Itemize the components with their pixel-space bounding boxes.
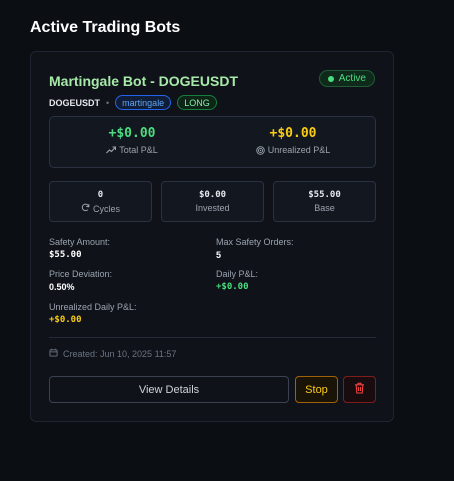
cycles-label: Cycles [92,203,120,214]
side-tag: LONG [177,95,217,110]
price-deviation-value: 0.50% [49,282,75,292]
max-safety-orders-label: Max Safety Orders: [216,237,294,247]
created-text: Created: Jun 10, 2025 11:57 [63,348,177,359]
status-dot-icon [327,75,334,82]
base-value: $55.00 [308,190,341,200]
unrealized-daily-pnl-label: Unrealized Daily P&L: [49,302,137,312]
calendar-icon [49,348,58,359]
delete-button[interactable] [343,376,376,403]
cycles-stat: 0 Cycles [49,181,152,222]
total-pnl-label: Total P&L [119,145,158,155]
safety-amount-value: $55.00 [49,250,82,260]
unrealized-daily-pnl: Unrealized Daily P&L: +$0.00 [49,302,137,325]
total-pnl: +$0.00 Total P&L [52,126,212,155]
base-label: Base [314,203,335,213]
bot-symbol: DOGEUSDT [49,97,101,108]
unrealized-daily-pnl-value: +$0.00 [49,315,82,325]
stop-button[interactable]: Stop [295,376,338,403]
base-stat: $55.00 Base [273,181,376,222]
invested-value: $0.00 [198,190,227,200]
price-deviation-label: Price Deviation: [49,269,113,279]
strategy-tag: martingale [115,95,172,110]
trash-icon [354,382,365,397]
target-icon [255,145,265,155]
status-text: Active [338,73,366,84]
view-details-button[interactable]: View Details [49,376,289,403]
daily-pnl-label: Daily P&L: [216,269,259,279]
total-pnl-value: +$0.00 [108,126,156,141]
daily-pnl: Daily P&L: +$0.00 [216,269,258,292]
page-title: Active Trading Bots [30,19,181,36]
price-deviation: Price Deviation: 0.50% [49,269,112,292]
safety-amount: Safety Amount: $55.00 [49,237,110,260]
invested-label: Invested [195,203,230,213]
bot-meta-row: DOGEUSDT • martingale LONG [49,95,217,110]
refresh-icon [81,203,90,214]
unrealized-pnl-value: +$0.00 [269,126,317,141]
max-safety-orders: Max Safety Orders: 5 [216,237,294,260]
bot-card: Martingale Bot - DOGEUSDT Active DOGEUSD… [30,51,394,422]
cycles-value: 0 [97,190,104,200]
max-safety-orders-value: 5 [216,250,222,260]
invested-stat: $0.00 Invested [161,181,264,222]
pnl-summary: +$0.00 Total P&L +$0.00 Unrealized P&L [49,116,376,168]
unrealized-pnl: +$0.00 Unrealized P&L [213,126,373,155]
created-timestamp: Created: Jun 10, 2025 11:57 [49,348,176,359]
status-badge: Active [318,70,375,87]
divider [49,337,376,338]
trending-up-icon [106,146,117,154]
bot-name: Martingale Bot - DOGEUSDT [49,73,239,89]
safety-amount-label: Safety Amount: [49,237,111,247]
daily-pnl-value: +$0.00 [216,282,249,292]
unrealized-pnl-label: Unrealized P&L [267,145,331,155]
meta-separator: • [106,97,110,108]
